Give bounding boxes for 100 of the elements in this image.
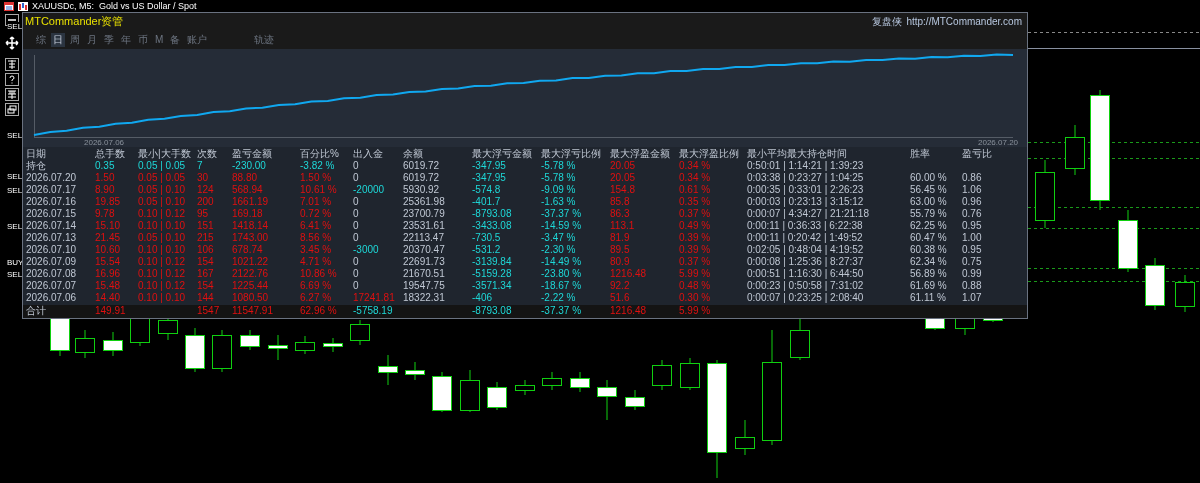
table-cell-text: 0:00:07 | 0:23:25 | 2:08:40 (747, 292, 865, 304)
brand-name: 复盘侠 (872, 16, 903, 27)
table-cell-text: 169.18 (232, 208, 264, 220)
table-cell-text: 86.3 (610, 208, 631, 220)
table-cell-text: 0:00:11 | 0:20:42 | 1:49:52 (747, 232, 864, 244)
table-cell-text: 7.01 % (300, 196, 333, 208)
table-cell-text: 95 (197, 208, 210, 220)
table-cell-text: 10.60 (95, 244, 122, 256)
tab[interactable]: 月 (85, 32, 99, 47)
table-cell-text: 6.41 % (300, 220, 333, 232)
tab[interactable]: 综 (34, 32, 48, 47)
table-cell-text: 2026.07.09 (26, 256, 78, 268)
table-cell-text: -3.82 % (300, 160, 336, 172)
table-cell-text: 2026.07.07 (26, 280, 78, 292)
table-cell-text: -3433.08 (472, 220, 513, 232)
candlestick (1035, 159, 1055, 229)
table-cell-text: 1743.00 (232, 232, 270, 244)
table-cell-text: 15.10 (95, 220, 122, 232)
table-cell-text: 2026.07.15 (26, 208, 78, 220)
table-cell-text: -574.8 (472, 184, 502, 196)
table-cell-text: 1216.48 (610, 268, 648, 280)
table-cell-text: 61.69 % (910, 280, 948, 292)
table-cell-text: 2026.07.13 (26, 232, 78, 244)
candlestick (515, 379, 535, 396)
table-cell-text: 18322.31 (403, 292, 446, 304)
table-cell-text: 0.34 % (679, 160, 712, 172)
menu-icon[interactable] (4, 1, 14, 11)
table-cell-text: 1661.19 (232, 196, 270, 208)
table-cell-text: -347.95 (472, 160, 507, 172)
window-icon[interactable] (5, 103, 19, 116)
table-cell-text: 0.10 | 0.10 (138, 244, 187, 256)
table-cell-text: -23.80 % (541, 268, 583, 280)
table-cell-text: -8793.08 (472, 305, 513, 318)
table-cell-text: 19.85 (95, 196, 122, 208)
move-icon[interactable] (5, 36, 19, 50)
table-cell-text: 4.71 % (300, 256, 333, 268)
candlestick (75, 329, 95, 359)
table-cell-text: 0:02:05 | 0:48:04 | 4:19:52 (747, 244, 865, 256)
table-cell-text: -2.30 % (541, 244, 577, 256)
table-cell-text: 0.05 | 0.10 (138, 232, 187, 244)
table-cell-text: 154.8 (610, 184, 637, 196)
table-cell-text: 0.37 % (679, 208, 712, 220)
candlestick (350, 319, 370, 346)
clear-icon[interactable] (5, 58, 19, 71)
table-cell-text: 0.39 % (679, 244, 712, 256)
table-cell-text: 61.11 % (910, 292, 947, 304)
tab[interactable]: 备 (168, 32, 183, 47)
table-cell-text: 92.2 (610, 280, 631, 292)
table-cell-text: 0.49 % (679, 220, 712, 232)
candlestick (790, 317, 810, 361)
trade-label: BUY (7, 258, 24, 267)
table-cell-text: -18.67 % (541, 280, 583, 292)
window-title: XAUUSDc, M5: Gold vs US Dollar / Spot (32, 1, 197, 11)
column-header: 最小平均最大持仓时间 (747, 148, 848, 160)
table-cell-text: 0:00:51 | 1:16:30 | 6:44:50 (747, 268, 865, 280)
tab[interactable]: 账户 (185, 32, 210, 47)
table-cell-text: -230.00 (232, 160, 267, 172)
table-cell-text: -14.59 % (541, 220, 583, 232)
table-cell-text: 0:00:03 | 0:23:13 | 3:15:12 (747, 196, 865, 208)
table-cell-text: 17241.81 (353, 292, 396, 304)
table-cell-text: 6019.72 (403, 172, 441, 184)
table-cell-text: -20000 (353, 184, 386, 196)
table-cell-text: 6.27 % (300, 292, 333, 304)
table-cell-text: 21670.51 (403, 268, 446, 280)
table-cell-text: 2026.07.16 (26, 196, 78, 208)
table-cell-text: -5159.28 (472, 268, 513, 280)
table-cell-text: -5.78 % (541, 160, 577, 172)
tab[interactable]: 日 (51, 32, 65, 47)
table-cell-text: 151 (197, 220, 215, 232)
candlestick (268, 334, 288, 361)
table-cell-text: 0 (353, 268, 360, 280)
table-cell-text: 0.72 % (300, 208, 333, 220)
candlestick (1145, 257, 1165, 311)
table-cell-text: 60.47 % (910, 232, 948, 244)
help-icon[interactable] (5, 73, 19, 86)
axis-label: 2026.07.20 (978, 137, 1019, 148)
column-header: 最大浮盈比例 (679, 148, 740, 160)
table-cell-text: -347.95 (472, 172, 507, 184)
table-cell-text: 2026.07.10 (26, 244, 78, 256)
table-cell-text: 1225.44 (232, 280, 270, 292)
table-cell-text: 1080.50 (232, 292, 270, 304)
table-cell-text: 1216.48 (610, 305, 648, 318)
table-cell-text: 62.34 % (910, 256, 948, 268)
tab[interactable]: 周 (68, 32, 82, 47)
tab[interactable]: 季 (102, 32, 116, 47)
candlestick (542, 371, 562, 391)
tab[interactable]: 轨迹 (252, 32, 277, 47)
table-cell-text: 19547.75 (403, 280, 446, 292)
table-cell-text: 8.56 % (300, 232, 333, 244)
tab[interactable]: 币 (136, 32, 150, 47)
table-cell-text: 63.00 % (910, 196, 948, 208)
website-link[interactable]: http://MTCommander.com (906, 16, 1022, 27)
tab[interactable]: 年 (119, 32, 133, 47)
table-cell-text: 10.86 % (300, 268, 338, 280)
table-cell-text: 0.05 | 0.05 (138, 160, 187, 172)
table-cell-text: 6019.72 (403, 160, 441, 172)
grid-icon[interactable] (5, 88, 19, 101)
tab[interactable]: M (153, 32, 166, 47)
axis-label: 2026.07.06 (84, 137, 125, 148)
minimize-icon[interactable] (5, 14, 19, 26)
